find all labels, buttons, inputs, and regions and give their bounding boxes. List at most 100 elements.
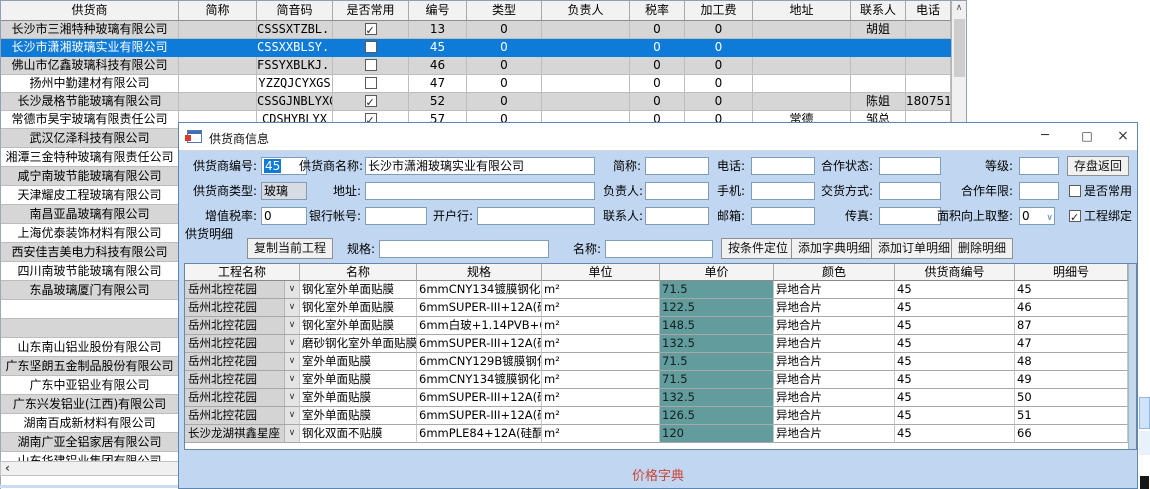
detail-column-header[interactable]: 工程名称 [185, 264, 300, 281]
chevron-down-icon[interactable]: ∨ [284, 299, 299, 316]
short-name-field[interactable] [645, 157, 709, 175]
supplier-list-item[interactable]: 山东南山铝业股份有限公司 [1, 338, 178, 357]
detail-price-cell[interactable]: 132.5 [660, 389, 774, 407]
chevron-down-icon[interactable]: ∨ [284, 317, 299, 334]
supplier-list-item[interactable]: 上海优泰装饰材料有限公司 [1, 224, 178, 243]
supplier-row[interactable]: 长沙晟格节能玻璃有限公司 CSSGJNBLYXGS 52 0 0 0 陈姐 18… [1, 93, 966, 111]
copy-current-project-button[interactable]: 复制当前工程 [247, 238, 333, 259]
detail-row[interactable]: 岳州北控花园∨ 室外单面贴膜 6mmSUPER-III+12A(硅... m² … [185, 389, 1136, 407]
close-icon[interactable]: × [1107, 123, 1138, 151]
supplier-list-item[interactable]: 广东坚朗五金制品股份有限公司 [1, 357, 178, 376]
supplier-row[interactable]: 长沙市潇湘玻璃实业有限公司 CSSXXBLSY... 45 0 0 0 [1, 39, 966, 57]
chevron-down-icon[interactable]: ∨ [284, 335, 299, 352]
chevron-down-icon[interactable]: ∨ [284, 371, 299, 388]
add-order-detail-button[interactable]: 添加订单明细 [871, 238, 957, 259]
project-combo[interactable]: 岳州北控花园∨ [185, 389, 300, 407]
project-combo[interactable]: 岳州北控花园∨ [185, 281, 300, 299]
detail-scrollbar[interactable] [1128, 264, 1136, 449]
common-checkbox[interactable] [365, 77, 377, 89]
column-header[interactable]: 类型 [467, 1, 542, 21]
supplier-list-item[interactable]: 武汉亿泽科技有限公司 [1, 129, 178, 148]
contact-field[interactable] [645, 207, 709, 225]
project-combo[interactable]: 岳州北控花园∨ [185, 371, 300, 389]
vertical-scrollbar[interactable]: ∧ [951, 1, 966, 128]
supplier-name-field[interactable]: 长沙市潇湘玻璃实业有限公司 [365, 157, 595, 175]
coop-years-field[interactable] [1019, 182, 1059, 200]
detail-price-cell[interactable]: 132.5 [660, 335, 774, 353]
project-combo[interactable]: 长沙龙湖祺鑫星座∨ [185, 425, 300, 443]
address-field[interactable] [365, 182, 595, 200]
detail-row[interactable]: 岳州北控花园∨ 钢化室外单面贴膜 6mmSUPER-III+12A(硅... m… [185, 299, 1136, 317]
scroll-up-icon[interactable]: ∧ [952, 1, 966, 15]
detail-price-cell[interactable]: 122.5 [660, 299, 774, 317]
column-header[interactable]: 电话 [906, 1, 951, 21]
column-header[interactable]: 税率 [630, 1, 685, 21]
project-bind-checkbox[interactable] [1069, 210, 1081, 222]
column-header[interactable]: 联系人 [851, 1, 906, 21]
detail-column-header[interactable]: 规格 [417, 264, 542, 281]
supplier-list-item[interactable]: 南昌亚晶玻璃有限公司 [1, 205, 178, 224]
supplier-row[interactable]: 佛山市亿鑫玻璃科技有限公司 FSSYXBLKJ... 46 0 0 0 [1, 57, 966, 75]
chevron-down-icon[interactable]: ∨ [284, 407, 299, 424]
detail-price-cell[interactable]: 71.5 [660, 353, 774, 371]
chevron-down-icon[interactable]: ∨ [284, 389, 299, 406]
chevron-down-icon[interactable]: ∨ [284, 353, 299, 370]
detail-price-cell[interactable]: 126.5 [660, 407, 774, 425]
supplier-list-item[interactable]: 广东兴发铝业(江西)有限公司 [1, 395, 178, 414]
locate-by-condition-button[interactable]: 按条件定位 [721, 238, 795, 259]
coop-status-field[interactable] [879, 157, 941, 175]
detail-row[interactable]: 岳州北控花园∨ 钢化室外单面贴膜 6mmCNY134镀膜钢化 m² 71.5 异… [185, 281, 1136, 299]
horizontal-scrollbar[interactable]: ‹ [0, 461, 179, 476]
chevron-down-icon[interactable]: ∨ [284, 425, 299, 442]
common-use-option[interactable]: 是否常用 [1069, 182, 1132, 200]
detail-row[interactable]: 岳州北控花园∨ 室外单面贴膜 6mmCNY134镀膜钢化 m² 71.5 异地合… [185, 371, 1136, 389]
supplier-list-item[interactable]: 西安佳吉美电力科技有限公司 [1, 243, 178, 262]
bank-branch-field[interactable] [477, 207, 595, 225]
bank-account-field[interactable] [365, 207, 427, 225]
detail-column-header[interactable]: 供货商编号 [895, 264, 1015, 281]
detail-row[interactable]: 岳州北控花园∨ 室外单面贴膜 6mmSUPER-III+12A(硅... m² … [185, 407, 1136, 425]
scrollbar-thumb[interactable] [954, 19, 965, 77]
detail-row[interactable]: 岳州北控花园∨ 钢化室外单面贴膜 6mm白玻+1.14PVB+6mm... m²… [185, 317, 1136, 335]
supplier-row[interactable]: 扬州中勤建材有限公司 YZZQJCYXGS 47 0 0 0 [1, 75, 966, 93]
supplier-list-item[interactable]: 四川南玻节能玻璃有限公司 [1, 262, 178, 281]
dialog-titlebar[interactable]: 供货商信息 ─ □ × [179, 123, 1137, 151]
supplier-list-item[interactable]: 湖南百成新材料有限公司 [1, 414, 178, 433]
area-round-up-select[interactable]: 0∨ [1019, 207, 1055, 225]
project-combo[interactable]: 岳州北控花园∨ [185, 353, 300, 371]
supplier-list-item[interactable] [1, 300, 178, 319]
common-checkbox[interactable] [365, 59, 377, 71]
common-checkbox[interactable] [365, 41, 377, 53]
detail-price-cell[interactable]: 71.5 [660, 371, 774, 389]
common-use-checkbox[interactable] [1069, 185, 1081, 197]
common-checkbox[interactable] [365, 95, 377, 107]
detail-row[interactable]: 岳州北控花园∨ 室外单面贴膜 6mmCNY129B镀膜钢化 m² 71.5 异地… [185, 353, 1136, 371]
detail-column-header[interactable]: 单位 [542, 264, 660, 281]
project-combo[interactable]: 岳州北控花园∨ [185, 335, 300, 353]
maximize-icon[interactable]: □ [1071, 123, 1103, 151]
manager-field[interactable] [645, 182, 709, 200]
supplier-list-item[interactable] [1, 319, 178, 338]
spec-filter-input[interactable] [379, 240, 549, 258]
project-combo[interactable]: 岳州北控花园∨ [185, 407, 300, 425]
detail-price-cell[interactable]: 148.5 [660, 317, 774, 335]
column-header[interactable]: 是否常用 [333, 1, 409, 21]
delete-detail-button[interactable]: 删除明细 [951, 238, 1013, 259]
column-header[interactable]: 供货商 [1, 1, 179, 21]
delivery-mode-field[interactable] [879, 182, 941, 200]
save-return-button[interactable]: 存盘返回 [1067, 156, 1129, 176]
supplier-list-item[interactable]: 天津耀皮工程玻璃有限公司 [1, 186, 178, 205]
project-bind-option[interactable]: 工程绑定 [1069, 207, 1132, 225]
column-header[interactable]: 加工费 [685, 1, 753, 21]
grade-field[interactable] [1019, 157, 1059, 175]
detail-column-header[interactable]: 单价 [660, 264, 774, 281]
detail-price-cell[interactable]: 71.5 [660, 281, 774, 299]
chevron-down-icon[interactable]: ∨ [284, 281, 299, 298]
column-header[interactable]: 简称 [179, 1, 257, 21]
supplier-list-item[interactable]: 咸宁南玻节能玻璃有限公司 [1, 167, 178, 186]
supplier-list-item[interactable]: 湖南广亚全铝家居有限公司 [1, 433, 178, 452]
common-checkbox[interactable] [365, 23, 377, 35]
scroll-left-icon[interactable]: ‹ [5, 462, 10, 475]
column-header[interactable]: 地址 [753, 1, 851, 21]
detail-column-header[interactable]: 明细号 [1015, 264, 1128, 281]
